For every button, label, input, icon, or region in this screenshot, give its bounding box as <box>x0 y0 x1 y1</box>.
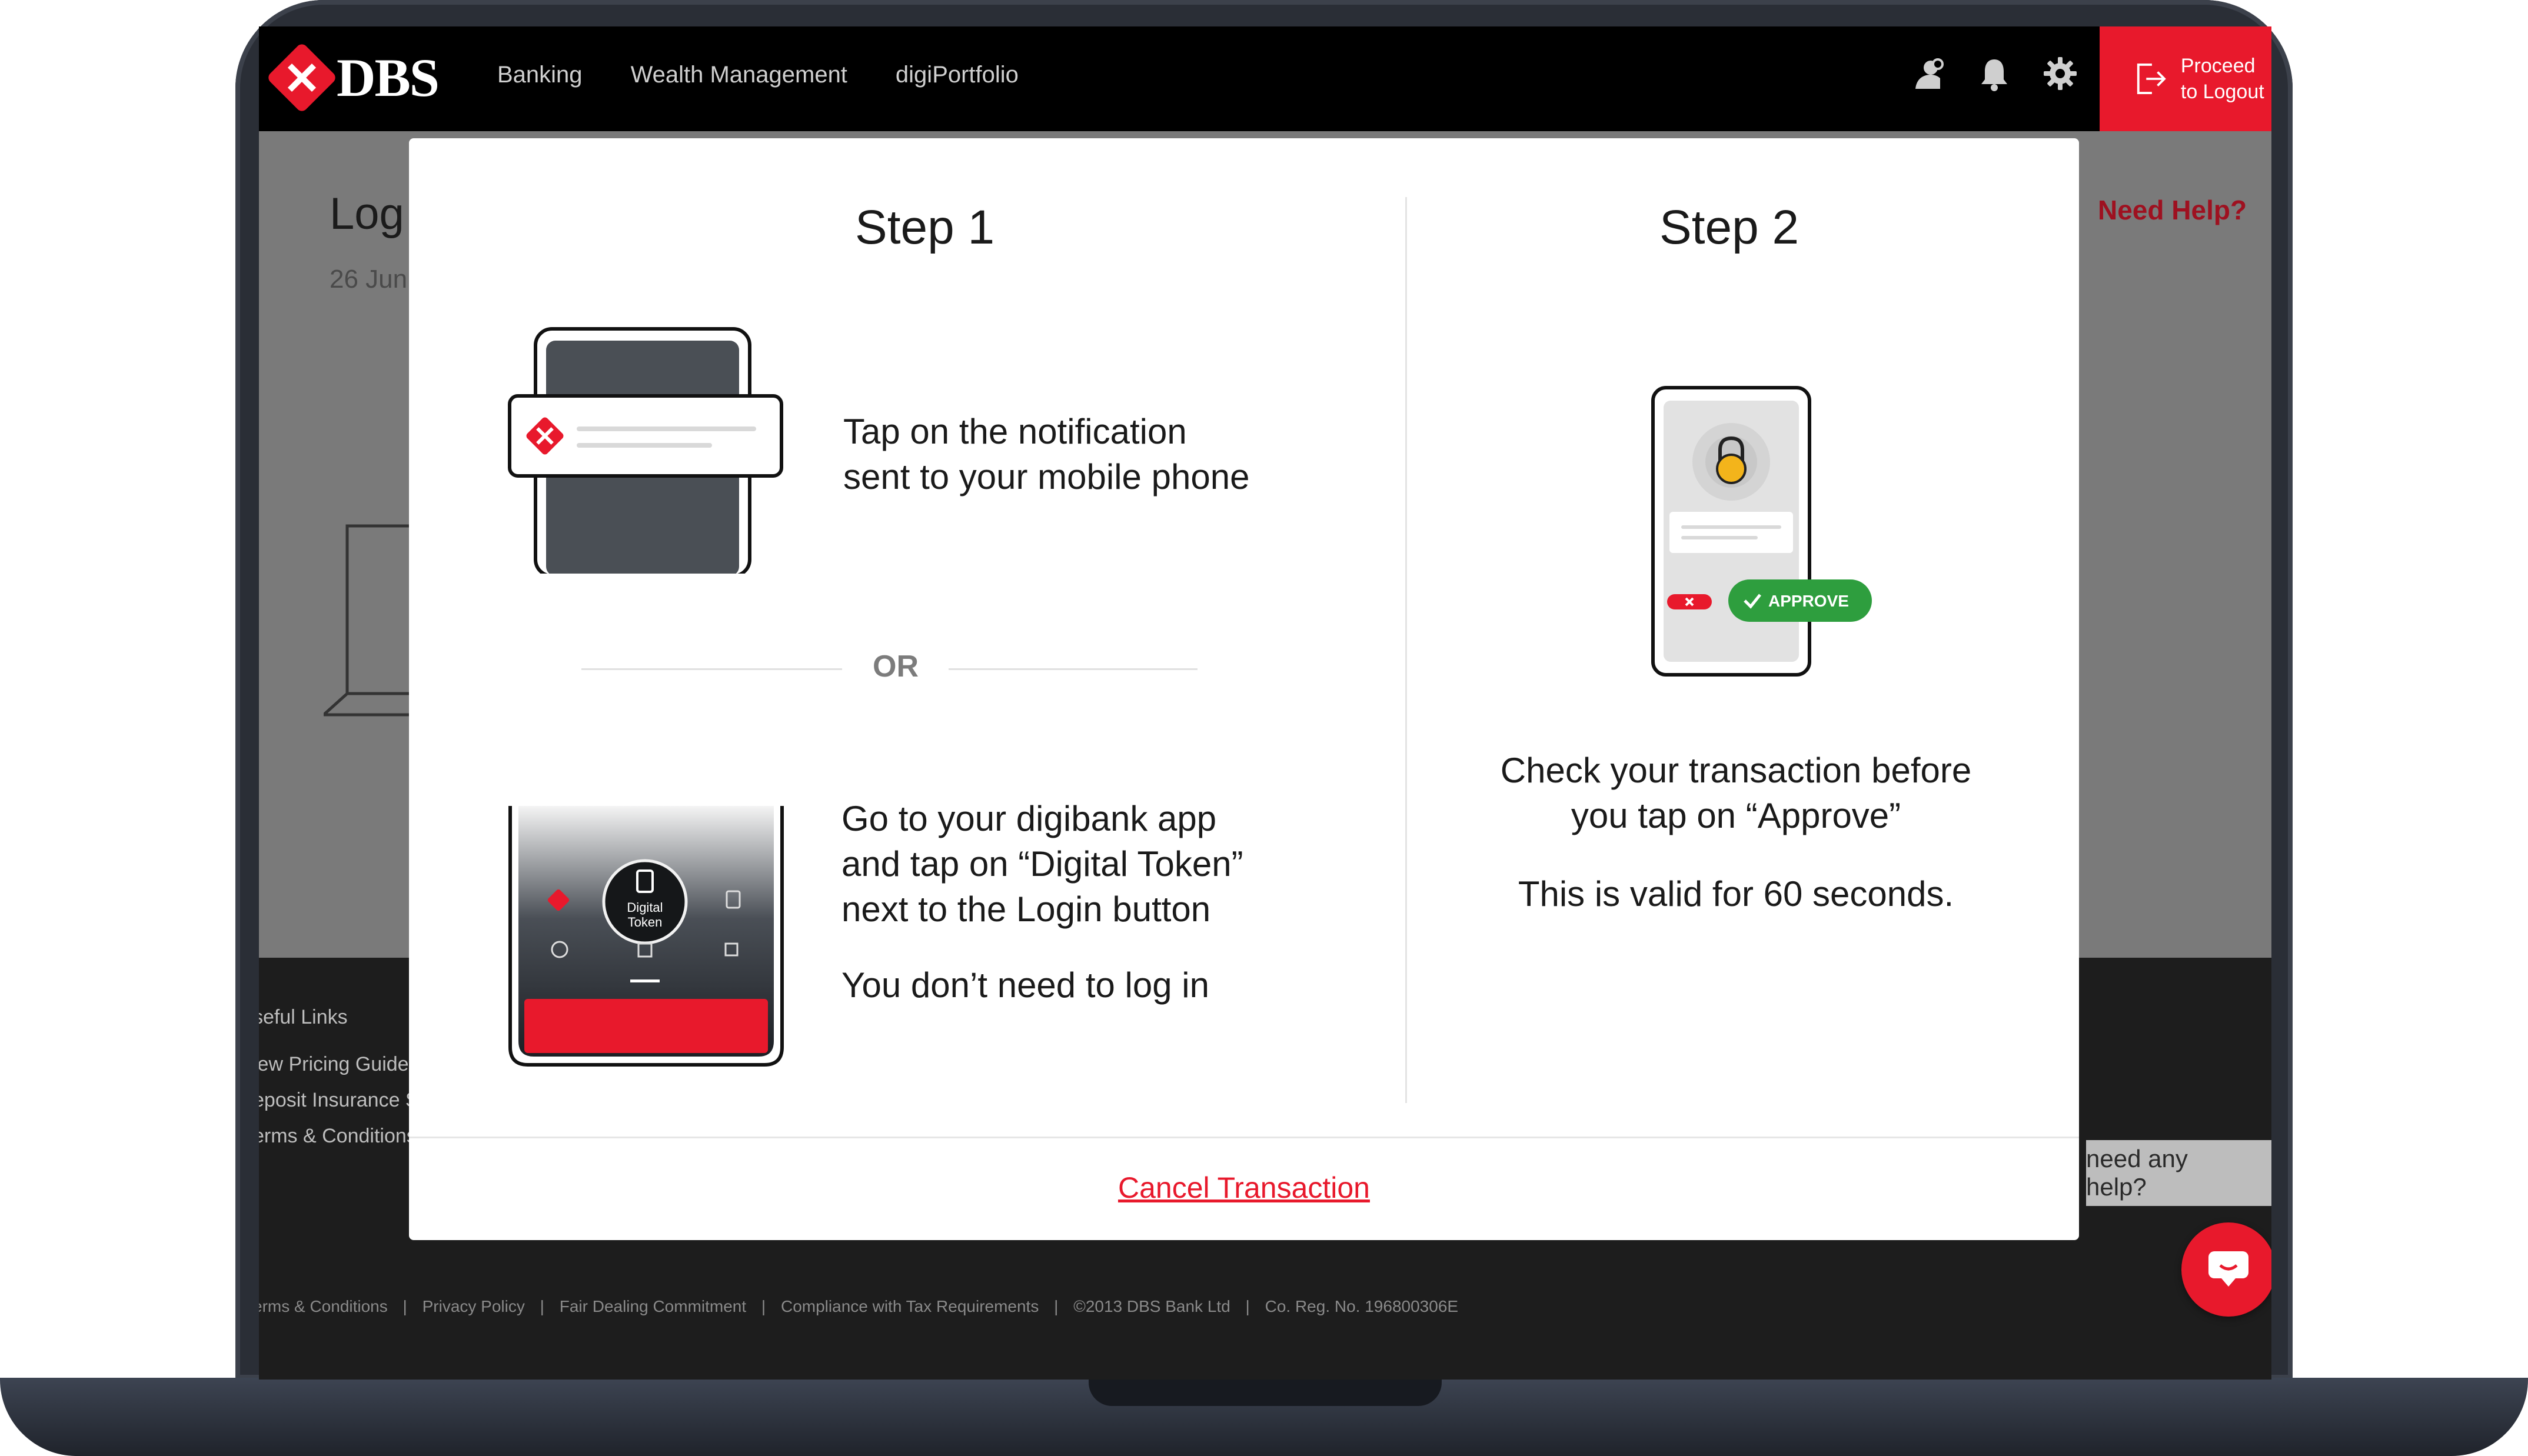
or-label: OR <box>873 649 919 684</box>
laptop-screen: DBS Banking Wealth Management digiPortfo… <box>259 26 2271 1380</box>
chat-icon <box>2208 1251 2248 1287</box>
step1-option-a-text: Tap on the notification sent to your mob… <box>843 409 1249 499</box>
header-icons <box>1910 55 2079 92</box>
page-date: 26 Jun <box>330 265 408 294</box>
laptop-illustration-icon <box>324 524 418 717</box>
user-support-icon[interactable] <box>1910 55 1947 92</box>
bell-icon[interactable] <box>1975 55 2013 92</box>
step2-validity-text: This is valid for 60 seconds. <box>1518 874 1954 914</box>
legal-separator: | <box>540 1297 544 1315</box>
token-label-line2: Token <box>628 915 663 929</box>
step2-text: Check your transaction before you tap on… <box>1442 748 2030 838</box>
nav-item-wealth-management[interactable]: Wealth Management <box>631 62 847 88</box>
step1-option-a-line2: sent to your mobile phone <box>843 457 1250 497</box>
step2-text-line2: you tap on “Approve” <box>1571 796 1901 835</box>
legal-company-reg: Co. Reg. No. 196800306E <box>1265 1297 1459 1315</box>
notification-phone-illustration <box>508 327 783 574</box>
step1-option-b-line3: next to the Login button <box>841 889 1211 929</box>
token-label-line1: Digital <box>627 900 663 915</box>
or-divider-right <box>949 668 1198 670</box>
digital-token-phone-illustration: Digital Token <box>508 806 784 1067</box>
legal-link-fair-dealing[interactable]: Fair Dealing Commitment <box>560 1297 746 1315</box>
logout-label: Proceed to Logout <box>2180 55 2264 103</box>
logout-button[interactable]: Proceed to Logout <box>2100 26 2271 131</box>
dbs-logo-text: DBS <box>337 48 440 108</box>
step1-option-b-subtext: You don’t need to log in <box>841 965 1209 1005</box>
page-title: Log <box>330 189 404 239</box>
nav-item-digiportfolio[interactable]: digiPortfolio <box>896 62 1019 88</box>
useful-links-title: seful Links <box>259 1006 348 1028</box>
help-bubble-text: need any help? <box>2086 1145 2188 1201</box>
approve-phone-illustration: APPROVE <box>1651 386 1872 677</box>
step1-option-b-line2: and tap on “Digital Token” <box>841 844 1243 884</box>
help-bubble[interactable]: need any help? <box>2086 1140 2271 1206</box>
step1-option-b-text: Go to your digibank app and tap on “Digi… <box>841 796 1243 932</box>
legal-separator: | <box>1245 1297 1250 1315</box>
legal-link-privacy[interactable]: Privacy Policy <box>423 1297 525 1315</box>
cancel-transaction-link[interactable]: Cancel Transaction <box>409 1171 2079 1205</box>
need-help-link[interactable]: Need Help? <box>2098 194 2247 226</box>
dbs-logo-mark-icon <box>266 42 338 114</box>
legal-bar: erms & Conditions | Privacy Policy | Fai… <box>259 1297 1469 1316</box>
or-divider-left <box>581 668 842 670</box>
legal-separator: | <box>761 1297 766 1315</box>
logout-icon <box>2137 63 2166 95</box>
nav-item-banking[interactable]: Banking <box>497 62 583 88</box>
step2-title: Step 2 <box>1659 201 1799 254</box>
dbs-logo[interactable]: DBS <box>266 42 440 114</box>
chat-button[interactable] <box>2181 1222 2271 1317</box>
step1-title: Step 1 <box>855 201 995 254</box>
legal-link-terms[interactable]: erms & Conditions <box>259 1297 388 1315</box>
modal-footer-divider <box>409 1137 2079 1138</box>
step1-option-b-line1: Go to your digibank app <box>841 799 1217 838</box>
approve-label: APPROVE <box>1768 592 1849 610</box>
digital-token-modal: Step 1 Step 2 Tap on the notification se… <box>409 138 2079 1240</box>
main-nav: Banking Wealth Management digiPortfolio <box>497 62 1019 88</box>
step-divider <box>1405 197 1407 1103</box>
legal-copyright: ©2013 DBS Bank Ltd <box>1073 1297 1230 1315</box>
footer-link-pricing-guide[interactable]: iew Pricing Guide <box>259 1053 409 1076</box>
legal-link-tax-compliance[interactable]: Compliance with Tax Requirements <box>781 1297 1039 1315</box>
legal-separator: | <box>403 1297 407 1315</box>
legal-separator: | <box>1054 1297 1059 1315</box>
step2-text-line1: Check your transaction before <box>1500 751 1972 790</box>
footer-link-terms[interactable]: erms & Conditions <box>259 1125 417 1148</box>
footer-link-deposit-insurance[interactable]: eposit Insurance S <box>259 1089 419 1112</box>
step1-option-a-line1: Tap on the notification <box>843 412 1187 451</box>
gear-icon[interactable] <box>2041 55 2079 92</box>
laptop-notch <box>1089 1378 1442 1406</box>
top-navigation-bar: DBS Banking Wealth Management digiPortfo… <box>259 26 2271 131</box>
